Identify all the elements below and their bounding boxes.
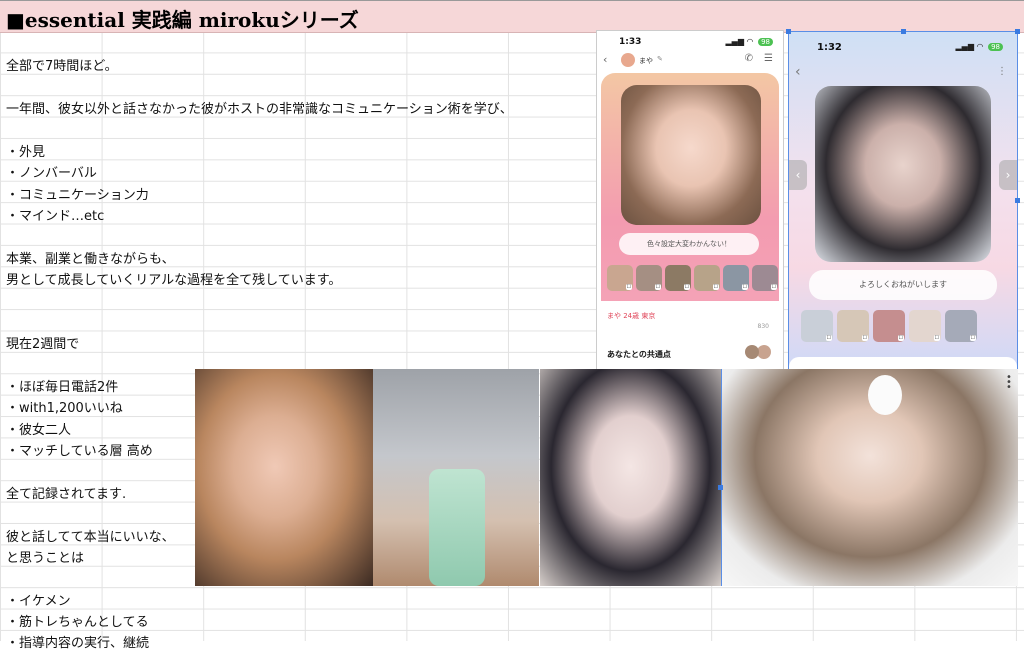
photo-thumbnails: ☐ ☐ ☐ ☐ ☐ ☐: [607, 265, 778, 291]
thumbnail[interactable]: ☐: [801, 310, 833, 342]
battery-badge: 98: [988, 43, 1003, 51]
thumbnail[interactable]: ☐: [873, 310, 905, 342]
text-cell[interactable]: 彼と話してて本当にいいな、: [6, 526, 175, 545]
profile-summary: まや 24歳 東京: [607, 312, 656, 320]
selection-handle[interactable]: [901, 29, 906, 34]
message-pill[interactable]: よろしくおねがいします: [809, 270, 997, 300]
back-arrow-icon[interactable]: ‹: [603, 53, 607, 66]
profile-photo[interactable]: [815, 86, 991, 262]
menu-dots-icon[interactable]: ☰: [764, 53, 773, 64]
chat-partner-name: まや: [639, 57, 653, 65]
pencil-icon[interactable]: ✎: [657, 55, 663, 63]
text-cell[interactable]: ・筋トレちゃんとしてる: [6, 611, 149, 630]
text-cell[interactable]: ・彼女二人: [6, 419, 71, 438]
back-arrow-icon[interactable]: ‹: [795, 64, 801, 80]
photo-1[interactable]: [195, 369, 373, 586]
status-time: 1:33: [619, 37, 642, 47]
selection-handle[interactable]: [786, 29, 791, 34]
thumbnail[interactable]: ☐: [694, 265, 720, 291]
text-cell[interactable]: ・ほぼ毎日電話2件: [6, 376, 118, 395]
text-cell[interactable]: ・外見: [6, 141, 45, 160]
thumbnail[interactable]: ☐: [837, 310, 869, 342]
common-points-heading: あなたとの共通点: [607, 350, 671, 359]
avatar[interactable]: [621, 53, 635, 67]
text-cell[interactable]: 一年間、彼女以外と話さなかった彼がホストの非常識なコミュニケーション術を学び、: [6, 98, 513, 117]
signal-icon: ▂▄▆: [725, 37, 744, 46]
thumbnail[interactable]: ☐: [665, 265, 691, 291]
thumbnail[interactable]: ☐: [607, 265, 633, 291]
photo-4[interactable]: [721, 369, 1018, 586]
text-cell[interactable]: ・コミュニケーション力: [6, 184, 149, 203]
chevron-right-icon[interactable]: ›: [999, 160, 1017, 190]
text-cell[interactable]: ・with1,200いいね: [6, 397, 123, 416]
chevron-left-icon[interactable]: ‹: [789, 160, 807, 190]
menu-dots-icon[interactable]: • • •: [1006, 373, 1012, 393]
thumbnail[interactable]: ☐: [945, 310, 977, 342]
wifi-icon: ◠: [746, 37, 754, 46]
text-cell[interactable]: ・ノンバーバル: [6, 162, 97, 181]
status-icons: ▂▄▆ ◠ 98: [956, 42, 1003, 51]
menu-dots-icon[interactable]: ⋮: [997, 66, 1007, 77]
profile-photo[interactable]: [621, 85, 761, 225]
bottom-sheet-edge: [789, 357, 1017, 369]
text-cell[interactable]: 現在2週間で: [6, 333, 79, 352]
text-cell[interactable]: ・マッチしている層 高め: [6, 440, 153, 459]
likes-count: 830: [757, 323, 769, 330]
phone-in-photo: [429, 469, 485, 586]
photo-3[interactable]: [540, 369, 721, 586]
text-cell[interactable]: ・指導内容の実行、継続: [6, 632, 149, 651]
wifi-icon: ◠: [976, 42, 984, 51]
status-icons: ▂▄▆ ◠ 98: [726, 37, 773, 46]
battery-badge: 98: [758, 38, 773, 46]
thumbnail[interactable]: ☐: [752, 265, 778, 291]
avatar: [745, 345, 759, 359]
photo-2[interactable]: [373, 369, 539, 586]
selection-handle[interactable]: [1015, 198, 1020, 203]
title-row[interactable]: ■essential 実践編 mirokuシリーズ: [0, 0, 1024, 33]
thumbnail[interactable]: ☐: [636, 265, 662, 291]
status-time: 1:32: [817, 42, 842, 53]
text-cell[interactable]: ・マインド…etc: [6, 205, 104, 224]
text-cell[interactable]: と思うことは: [6, 547, 84, 566]
avatar: [757, 345, 771, 359]
photo-thumbnails: ☐ ☐ ☐ ☐ ☐: [801, 310, 977, 342]
text-cell[interactable]: 全部で7時間ほど。: [6, 55, 118, 74]
text-cell[interactable]: 全て記録されてます.: [6, 483, 126, 502]
thumbnail[interactable]: ☐: [723, 265, 749, 291]
profile-info: まや 24歳 東京 830 あなたとの共通点: [601, 301, 779, 365]
text-cell[interactable]: 男として成長していくリアルな過程を全て残しています。: [6, 269, 341, 288]
sheet-title: ■essential 実践編 mirokuシリーズ: [6, 8, 359, 32]
text-cell[interactable]: 本業、副業と働きながらも、: [6, 248, 175, 267]
hair-bow: [868, 375, 902, 415]
message-pill[interactable]: 色々設定大変わかんない！: [619, 233, 759, 255]
profile-card: 色々設定大変わかんない！ ☐ ☐ ☐ ☐ ☐ ☐: [601, 73, 779, 321]
signal-icon: ▂▄▆: [955, 42, 974, 51]
selection-handle[interactable]: [718, 485, 723, 490]
text-cell[interactable]: ・イケメン: [6, 590, 71, 609]
thumbnail[interactable]: ☐: [909, 310, 941, 342]
selection-handle[interactable]: [1015, 29, 1020, 34]
phone-screenshot-2[interactable]: 1:32 ▂▄▆ ◠ 98 ‹ ⋮ ‹ › よろしくおねがいします ☐ ☐ ☐ …: [788, 31, 1018, 370]
phone-screenshot-1[interactable]: 1:33 ▂▄▆ ◠ 98 ‹ まや ✎ ✆ ☰ 色々設定大変わかんない！ ☐ …: [596, 30, 784, 370]
phone-icon[interactable]: ✆: [745, 53, 753, 64]
